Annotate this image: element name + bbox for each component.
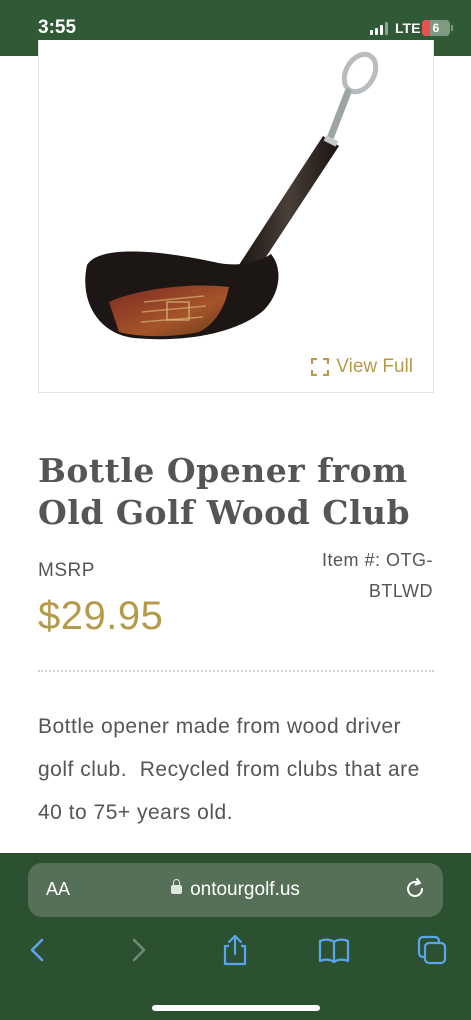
status-time: 3:55 xyxy=(38,17,77,38)
bookmarks-icon[interactable] xyxy=(317,933,351,967)
msrp-label: MSRP xyxy=(38,560,95,581)
expand-icon xyxy=(311,358,330,376)
item-number: Item #: OTG-BTLWD xyxy=(321,550,433,601)
price: $29.95 xyxy=(38,594,164,638)
divider xyxy=(38,670,434,672)
battery-icon: 6 xyxy=(422,20,450,36)
reload-icon[interactable] xyxy=(403,877,427,901)
view-full-button[interactable]: View Full xyxy=(311,356,413,378)
battery-cap xyxy=(451,25,453,31)
battery-level: 6 xyxy=(432,21,440,35)
url-text: ontourgolf.us xyxy=(190,879,300,900)
share-icon[interactable] xyxy=(218,933,252,967)
address-bar[interactable]: AA ontourgolf.us xyxy=(28,863,443,917)
view-full-label: View Full xyxy=(336,356,413,377)
back-icon[interactable] xyxy=(22,933,56,967)
golf-club-bottle-opener-image xyxy=(85,51,379,340)
home-indicator[interactable] xyxy=(152,1005,320,1011)
lock-icon xyxy=(171,879,183,894)
cellular-signal-icon xyxy=(370,22,390,35)
forward-icon[interactable] xyxy=(120,933,154,967)
tabs-icon[interactable] xyxy=(415,933,449,967)
product-description: Bottle opener made from wood driver golf… xyxy=(38,715,427,824)
product-title: Bottle Opener from Old Golf Wood Club xyxy=(38,451,411,532)
product-image-frame[interactable]: View Full xyxy=(38,40,434,393)
browser-toolbar: AA ontourgolf.us xyxy=(0,853,471,1020)
network-type: LTE xyxy=(395,20,421,36)
url-display[interactable]: ontourgolf.us xyxy=(28,879,443,901)
